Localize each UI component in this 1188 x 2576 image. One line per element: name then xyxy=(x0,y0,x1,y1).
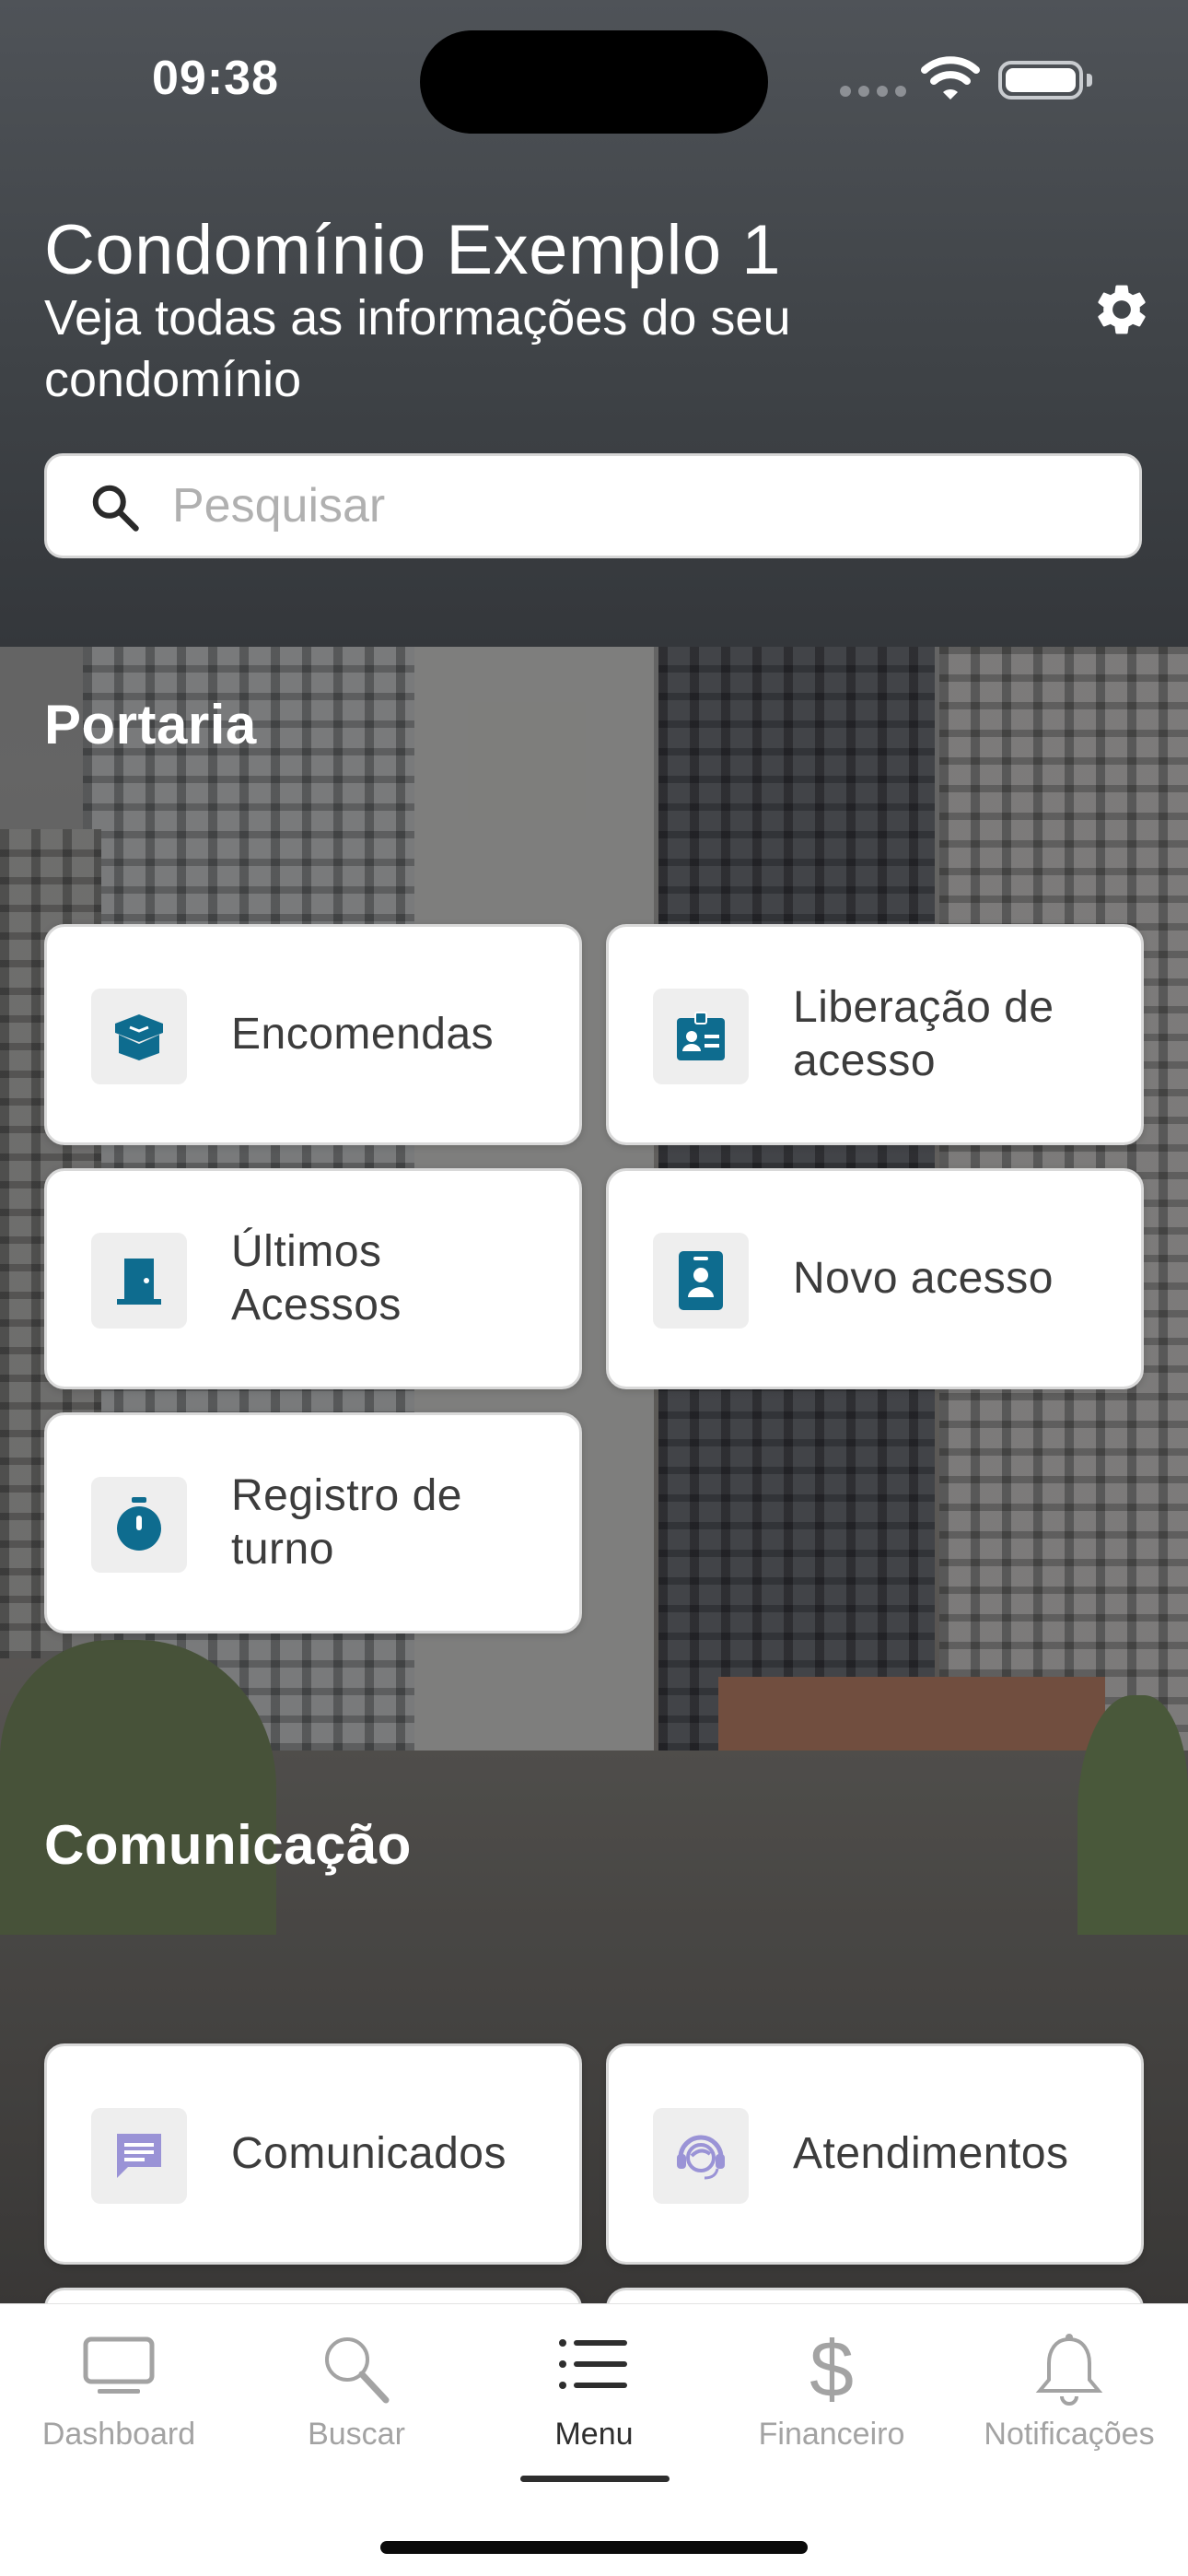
tab-label: Dashboard xyxy=(41,2417,196,2452)
section-title-comunicacao: Comunicação xyxy=(44,1814,412,1876)
stopwatch-icon xyxy=(91,1477,187,1573)
menu-card-novo-acesso[interactable]: Novo acesso xyxy=(606,1168,1144,1389)
home-indicator xyxy=(380,2541,808,2554)
id-badge-icon xyxy=(653,989,749,1084)
dynamic-island xyxy=(420,30,768,134)
menu-card-registro-de-turno[interactable]: Registro de turno xyxy=(44,1412,582,1633)
dollar-icon: $ xyxy=(809,2332,854,2407)
menu-card-label: Atendimentos xyxy=(793,2129,1069,2178)
message-icon xyxy=(91,2108,187,2204)
menu-card-label: Comunicados xyxy=(231,2129,507,2178)
tab-dashboard[interactable]: Dashboard xyxy=(0,2304,238,2479)
list-icon xyxy=(559,2339,627,2389)
tab-financeiro[interactable]: $ Financeiro xyxy=(713,2304,950,2479)
status-bar: 09:38 xyxy=(0,0,1188,157)
menu-card-comunicados[interactable]: Comunicados xyxy=(44,2043,582,2265)
menu-card-atendimentos[interactable]: Atendimentos xyxy=(606,2043,1144,2265)
battery-icon xyxy=(998,61,1092,100)
monitor-icon xyxy=(83,2336,155,2394)
search-icon xyxy=(92,485,139,532)
menu-card-encomendas[interactable]: Encomendas xyxy=(44,924,582,1145)
header: 09:38 Condomínio Exemplo 1 Veja todas as… xyxy=(0,0,1188,647)
menu-card-label: Registro de turno xyxy=(231,1471,462,1574)
tab-menu[interactable]: Menu xyxy=(475,2304,713,2479)
svg-text:$: $ xyxy=(809,2332,854,2407)
active-tab-indicator xyxy=(520,2476,670,2482)
tab-notificacoes[interactable]: Notificações xyxy=(950,2304,1188,2479)
menu-card-label: Últimos Acessos xyxy=(231,1227,402,1329)
search-icon xyxy=(325,2337,390,2404)
tab-label: Notificações xyxy=(984,2417,1155,2452)
cellular-signal-icon xyxy=(840,86,906,97)
tab-bar: Dashboard Buscar Menu $ Financeiro Notif… xyxy=(0,2303,1188,2576)
support-agent-icon xyxy=(653,2108,749,2204)
menu-card-label: Encomendas xyxy=(231,1010,495,1059)
door-icon xyxy=(91,1233,187,1329)
menu-card-ultimos-acessos[interactable]: Últimos Acessos xyxy=(44,1168,582,1389)
bell-icon xyxy=(1035,2334,1103,2406)
tab-label: Buscar xyxy=(308,2417,405,2452)
page-title: Condomínio Exemplo 1 xyxy=(44,211,781,289)
gear-icon[interactable] xyxy=(1091,279,1152,340)
wifi-icon xyxy=(921,56,980,100)
menu-card-label: Novo acesso xyxy=(793,1254,1054,1303)
tab-label: Menu xyxy=(554,2417,634,2452)
contact-card-icon xyxy=(653,1233,749,1329)
tab-label: Financeiro xyxy=(758,2417,905,2452)
menu-card-label: Liberação de acesso xyxy=(793,983,1054,1085)
package-icon xyxy=(91,989,187,1084)
page-subtitle: Veja todas as informações do seu condomí… xyxy=(44,290,791,407)
tab-buscar[interactable]: Buscar xyxy=(238,2304,475,2479)
search-input[interactable] xyxy=(172,473,1093,539)
menu-card-liberacao-de-acesso[interactable]: Liberação de acesso xyxy=(606,924,1144,1145)
status-time: 09:38 xyxy=(152,52,279,105)
section-title-portaria: Portaria xyxy=(44,694,257,755)
search-bar[interactable] xyxy=(44,453,1142,558)
